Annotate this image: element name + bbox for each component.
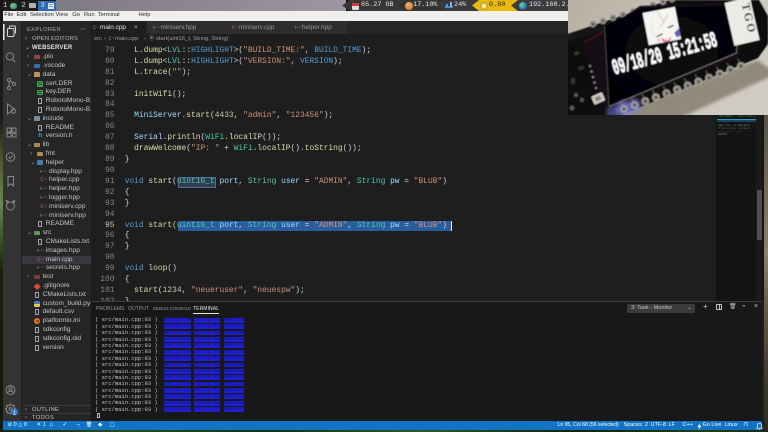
svg-text:1: 1 xyxy=(12,410,15,416)
